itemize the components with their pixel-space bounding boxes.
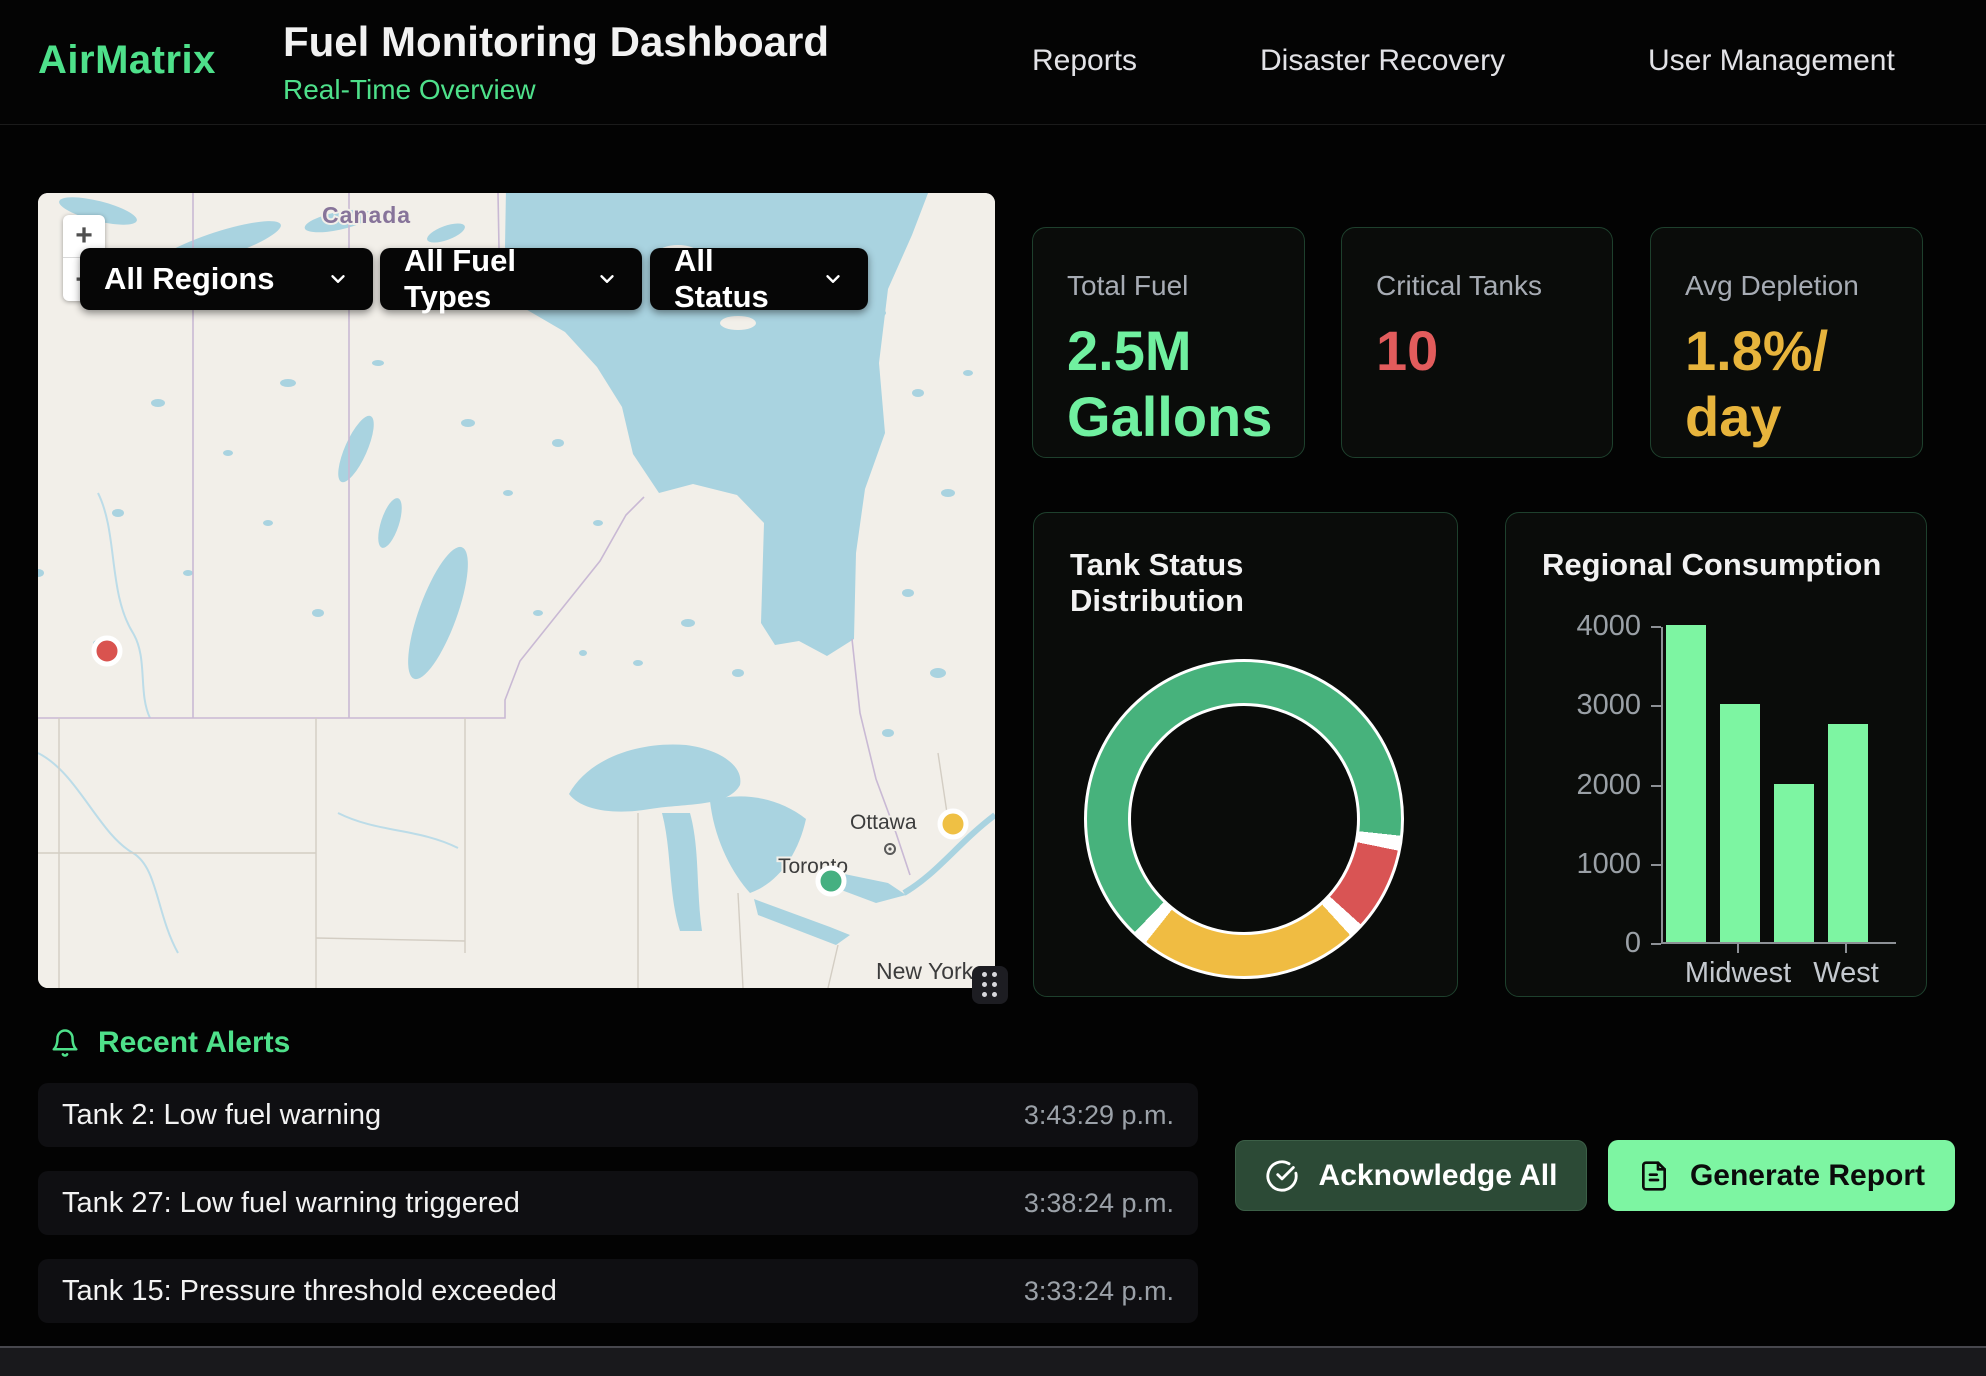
- y-axis-tick-mark: [1651, 626, 1661, 628]
- y-axis-tick-label: 2000: [1551, 769, 1641, 802]
- bell-icon: [50, 1028, 80, 1058]
- bar-Midwest: [1720, 704, 1760, 942]
- x-axis-tick-label: West: [1776, 957, 1916, 990]
- region-filter-value: All Regions: [104, 261, 275, 297]
- button-label: Acknowledge All: [1319, 1159, 1558, 1193]
- y-axis-tick-mark: [1651, 785, 1661, 787]
- map-marker-warning[interactable]: [940, 811, 966, 837]
- stat-label: Total Fuel: [1067, 270, 1270, 302]
- donut-hole: [1128, 703, 1360, 935]
- window-bottom-edge: [0, 1346, 1986, 1376]
- regional-consumption-card: Regional Consumption 01000200030004000Mi…: [1505, 512, 1927, 997]
- stat-value: 10: [1376, 318, 1578, 384]
- y-axis-tick-label: 0: [1551, 927, 1641, 960]
- tank-status-donut-chart: [1084, 659, 1404, 979]
- bar-plot-area: [1661, 627, 1896, 944]
- y-axis-tick-label: 1000: [1551, 848, 1641, 881]
- stat-value: 2.5MGallons: [1067, 318, 1270, 449]
- region-filter-dropdown[interactable]: All Regions: [80, 248, 373, 310]
- bar-region-1: [1666, 625, 1706, 942]
- x-axis-tick-mark: [1845, 944, 1847, 953]
- acknowledge-all-button[interactable]: Acknowledge All: [1235, 1140, 1587, 1211]
- map-label-canada: Canada: [322, 202, 411, 228]
- tank-status-distribution-card: Tank Status Distribution: [1033, 512, 1458, 997]
- alert-text: Tank 2: Low fuel warning: [62, 1099, 381, 1132]
- chevron-down-icon: [297, 268, 349, 290]
- nav-item-reports[interactable]: Reports: [1032, 44, 1137, 78]
- chart-title: Tank Status Distribution: [1070, 547, 1421, 619]
- map-marker-critical[interactable]: [94, 638, 120, 664]
- stat-card-total-fuel: Total Fuel 2.5MGallons: [1032, 227, 1305, 458]
- alert-timestamp: 3:38:24 p.m.: [1024, 1188, 1174, 1219]
- y-axis-tick-label: 3000: [1551, 689, 1641, 722]
- alert-row[interactable]: Tank 27: Low fuel warning triggered 3:38…: [38, 1171, 1198, 1235]
- map-city-dot-ottawa-center: [888, 847, 891, 850]
- fuel-type-filter-value: All Fuel Types: [404, 243, 566, 315]
- fuel-monitoring-dashboard: AirMatrix Fuel Monitoring Dashboard Real…: [0, 0, 1986, 1376]
- alert-text: Tank 27: Low fuel warning triggered: [62, 1187, 520, 1220]
- chevron-down-icon: [566, 268, 618, 290]
- stat-label: Critical Tanks: [1376, 270, 1578, 302]
- bar-region-3: [1774, 784, 1814, 943]
- map-label-ottawa: Ottawa: [850, 811, 917, 834]
- brand-logo: AirMatrix: [38, 38, 216, 83]
- alert-timestamp: 3:33:24 p.m.: [1024, 1276, 1174, 1307]
- map-marker-normal[interactable]: [818, 868, 844, 894]
- page-title: Fuel Monitoring Dashboard: [283, 18, 829, 66]
- stat-label: Avg Depletion: [1685, 270, 1888, 302]
- y-axis-tick-label: 4000: [1551, 610, 1641, 643]
- map-label-new-york: New York: [876, 958, 974, 984]
- y-axis-tick-mark: [1651, 943, 1661, 945]
- map-island: [720, 316, 756, 330]
- y-axis-tick-mark: [1651, 864, 1661, 866]
- alert-row[interactable]: Tank 15: Pressure threshold exceeded 3:3…: [38, 1259, 1198, 1323]
- y-axis-tick-mark: [1651, 705, 1661, 707]
- header: AirMatrix Fuel Monitoring Dashboard Real…: [0, 0, 1986, 125]
- bar-West: [1828, 724, 1868, 942]
- chevron-down-icon: [792, 268, 844, 290]
- stat-value: 1.8%/day: [1685, 318, 1888, 449]
- chart-title: Regional Consumption: [1542, 547, 1890, 583]
- alert-timestamp: 3:43:29 p.m.: [1024, 1100, 1174, 1131]
- document-icon: [1638, 1160, 1670, 1192]
- stat-card-critical-tanks: Critical Tanks 10: [1341, 227, 1613, 458]
- nav-item-user-management[interactable]: User Management: [1648, 44, 1895, 78]
- status-filter-value: All Status: [674, 243, 792, 315]
- x-axis-tick-mark: [1737, 944, 1739, 953]
- status-filter-dropdown[interactable]: All Status: [650, 248, 868, 310]
- page-subtitle: Real-Time Overview: [283, 74, 536, 106]
- button-label: Generate Report: [1690, 1159, 1925, 1193]
- alerts-title: Recent Alerts: [98, 1026, 290, 1060]
- map-resize-grip-icon[interactable]: [972, 966, 1008, 1004]
- alert-text: Tank 15: Pressure threshold exceeded: [62, 1275, 557, 1308]
- alert-row[interactable]: Tank 2: Low fuel warning 3:43:29 p.m.: [38, 1083, 1198, 1147]
- recent-alerts-header: Recent Alerts: [50, 1026, 290, 1060]
- fuel-type-filter-dropdown[interactable]: All Fuel Types: [380, 248, 642, 310]
- check-circle-icon: [1265, 1159, 1299, 1193]
- nav-item-disaster-recovery[interactable]: Disaster Recovery: [1260, 44, 1505, 78]
- stat-card-avg-depletion: Avg Depletion 1.8%/day: [1650, 227, 1923, 458]
- generate-report-button[interactable]: Generate Report: [1608, 1140, 1955, 1211]
